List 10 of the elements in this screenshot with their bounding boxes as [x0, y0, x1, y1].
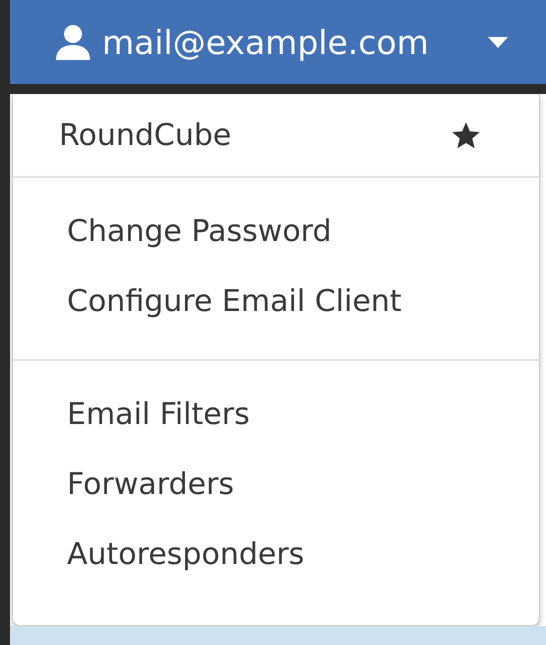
account-button[interactable]: mail@example.com [10, 0, 546, 84]
menu-item[interactable]: Change Password [13, 203, 539, 261]
menu-item[interactable]: Email Filters [13, 386, 539, 444]
menu-item[interactable]: Forwarders [13, 456, 539, 514]
user-icon [54, 23, 92, 61]
caret-icon [488, 36, 508, 48]
menu-item[interactable]: Autoresponders [13, 526, 539, 584]
star-icon [451, 121, 481, 151]
menu-item[interactable]: Configure Email Client [13, 273, 539, 331]
menu-item[interactable]: RoundCube [13, 116, 539, 156]
